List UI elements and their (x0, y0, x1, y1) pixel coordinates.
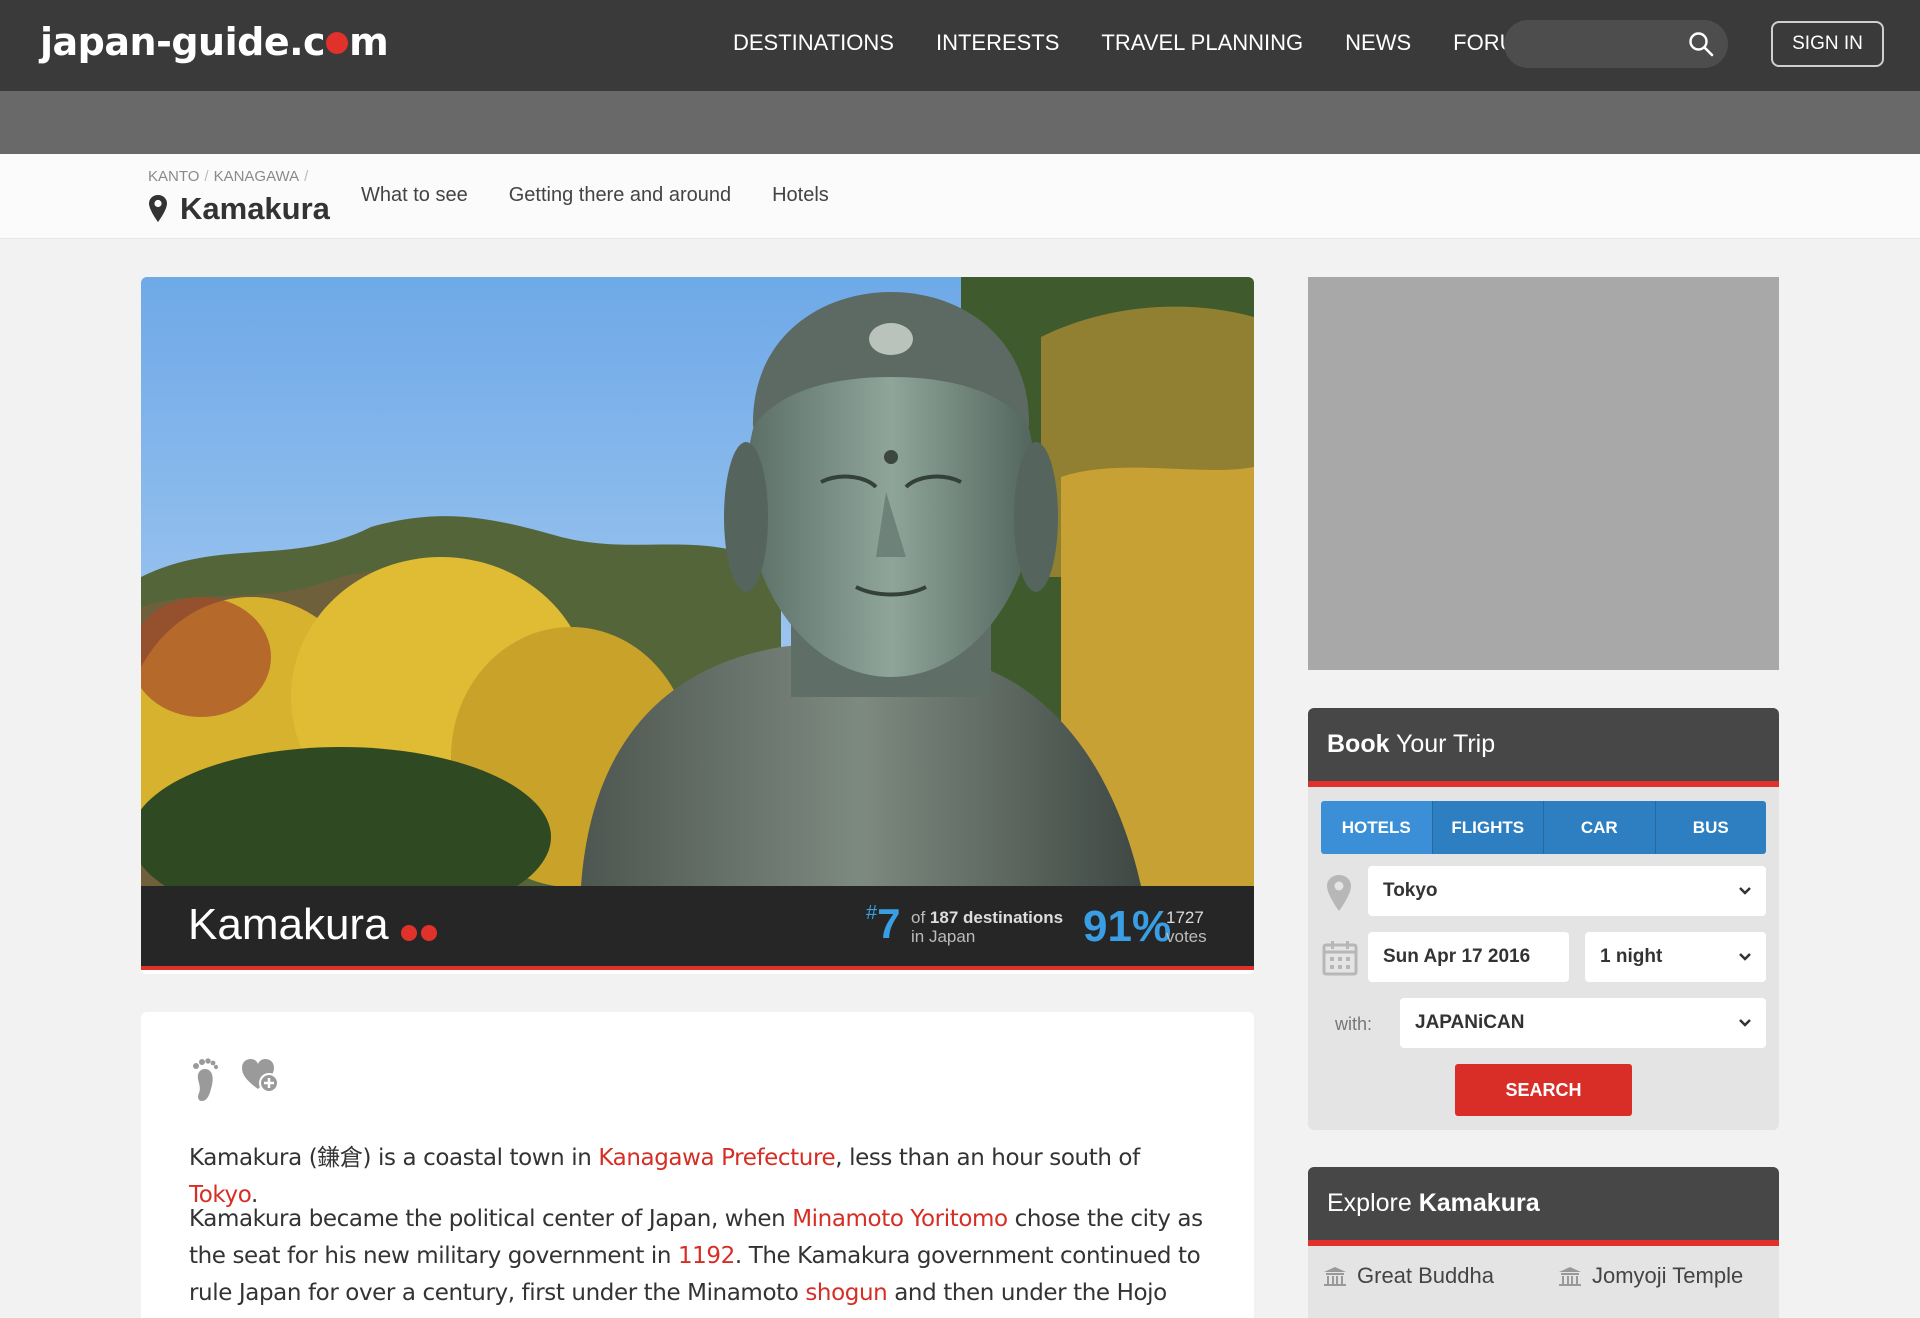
link-1192[interactable]: 1192 (678, 1243, 735, 1269)
page-title: Kamakura (148, 191, 330, 227)
main-nav: DESTINATIONS INTERESTS TRAVEL PLANNING N… (733, 30, 1576, 56)
chevron-down-icon (1739, 953, 1751, 961)
search-button[interactable]: SEARCH (1455, 1064, 1632, 1116)
hero-card: Kamakura #7 of 187 destinations in Japan … (141, 277, 1254, 974)
temple-icon (1324, 1267, 1346, 1286)
approval-percent: 91% (1083, 902, 1172, 951)
breadcrumb: KANTO / KANAGAWA / (148, 168, 309, 185)
banner-strip (0, 91, 1920, 154)
map-pin-icon (149, 195, 167, 222)
search-icon[interactable] (1688, 31, 1714, 57)
search-input[interactable] (1504, 20, 1728, 68)
nav-travel-planning[interactable]: TRAVEL PLANNING (1101, 30, 1303, 56)
article-body: Kamakura (鎌倉) is a coastal town in Kanag… (141, 1012, 1254, 1318)
site-logo[interactable]: japan-guide.c m (40, 20, 389, 64)
provider-select[interactable]: JAPANiCAN (1400, 998, 1766, 1048)
rank-number: #7 (866, 900, 901, 947)
vote-count: 1727 votes (1166, 908, 1207, 946)
date-input[interactable]: Sun Apr 17 2016 (1368, 932, 1569, 982)
chevron-down-icon (1739, 1019, 1751, 1027)
explore-panel-title: Explore Kamakura (1308, 1167, 1779, 1246)
explore-item-great-buddha[interactable]: Great Buddha (1323, 1263, 1558, 1289)
link-what-to-see[interactable]: What to see (361, 184, 468, 207)
location-select[interactable]: Tokyo (1368, 866, 1766, 916)
temple-icon (1559, 1267, 1581, 1286)
explore-panel: Explore Kamakura Great Buddha Jomyoji Te… (1308, 1167, 1779, 1318)
tab-car[interactable]: CAR (1544, 801, 1656, 854)
nights-select[interactable]: 1 night (1585, 932, 1766, 982)
breadcrumb-kanagawa[interactable]: KANAGAWA (214, 168, 300, 185)
nav-destinations[interactable]: DESTINATIONS (733, 30, 894, 56)
book-panel-title: Book Your Trip (1308, 708, 1779, 787)
link-hotels[interactable]: Hotels (772, 184, 829, 207)
booking-tabs: HOTELS FLIGHTS CAR BUS (1321, 801, 1766, 854)
article-paragraph-2: Kamakura became the political center of … (189, 1206, 1203, 1318)
link-shogun[interactable]: shogun (805, 1280, 887, 1306)
link-kanagawa-prefecture[interactable]: Kanagawa Prefecture (598, 1145, 835, 1171)
tab-bus[interactable]: BUS (1655, 801, 1766, 854)
destination-name: Kamakura (188, 900, 441, 952)
add-favorite-heart-icon[interactable] (241, 1057, 279, 1093)
tab-hotels[interactable]: HOTELS (1321, 801, 1433, 854)
with-label: with: (1335, 1014, 1373, 1034)
top-navigation-bar: japan-guide.c m DESTINATIONS INTERESTS TR… (0, 0, 1920, 91)
chevron-down-icon (1739, 887, 1751, 895)
location-pin-icon (1327, 875, 1351, 911)
rating-dots (400, 902, 441, 952)
been-there-footprint-icon[interactable] (191, 1057, 219, 1103)
sign-in-button[interactable]: SIGN IN (1771, 21, 1884, 67)
tab-flights[interactable]: FLIGHTS (1432, 801, 1544, 854)
breadcrumb-kanto[interactable]: KANTO (148, 168, 199, 185)
subnav-links: What to see Getting there and around Hot… (361, 184, 870, 207)
explore-item-jomyoji-temple[interactable]: Jomyoji Temple (1558, 1263, 1779, 1289)
destination-subnav: KANTO / KANAGAWA / Kamakura What to see Get… (0, 154, 1920, 239)
advertisement-placeholder (1308, 277, 1779, 670)
book-your-trip-panel: Book Your Trip HOTELS FLIGHTS CAR BUS To… (1308, 708, 1779, 1130)
link-getting-there[interactable]: Getting there and around (509, 184, 731, 207)
link-minamoto-yoritomo[interactable]: Minamoto Yoritomo (792, 1206, 1008, 1232)
hero-photo-great-buddha (141, 277, 1254, 886)
hero-caption: Kamakura #7 of 187 destinations in Japan … (141, 886, 1254, 970)
nav-news[interactable]: NEWS (1345, 30, 1411, 56)
rank-description: of 187 destinations in Japan (911, 908, 1064, 946)
article-actions (191, 1057, 301, 1103)
explore-list: Great Buddha Jomyoji Temple (1323, 1263, 1779, 1289)
nav-interests[interactable]: INTERESTS (936, 30, 1059, 56)
calendar-icon (1322, 941, 1358, 976)
